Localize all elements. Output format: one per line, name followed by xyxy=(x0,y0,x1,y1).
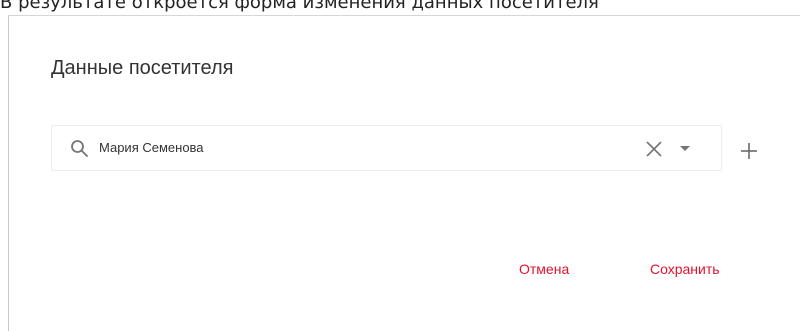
document-caption: В результате откроется форма изменения д… xyxy=(0,0,599,13)
search-icon xyxy=(71,140,88,157)
save-button[interactable]: Сохранить xyxy=(650,261,720,277)
visitor-search-field[interactable]: Мария Семенова xyxy=(51,125,722,171)
chevron-down-icon[interactable] xyxy=(680,146,690,152)
cancel-button[interactable]: Отмена xyxy=(519,261,569,277)
dialog-title: Данные посетителя xyxy=(51,57,234,79)
visitor-name-value[interactable]: Мария Семенова xyxy=(99,140,204,155)
plus-icon[interactable] xyxy=(738,140,760,162)
visitor-data-dialog: Данные посетителя Мария Семенова Отмена … xyxy=(8,15,800,331)
close-icon[interactable] xyxy=(644,139,664,159)
